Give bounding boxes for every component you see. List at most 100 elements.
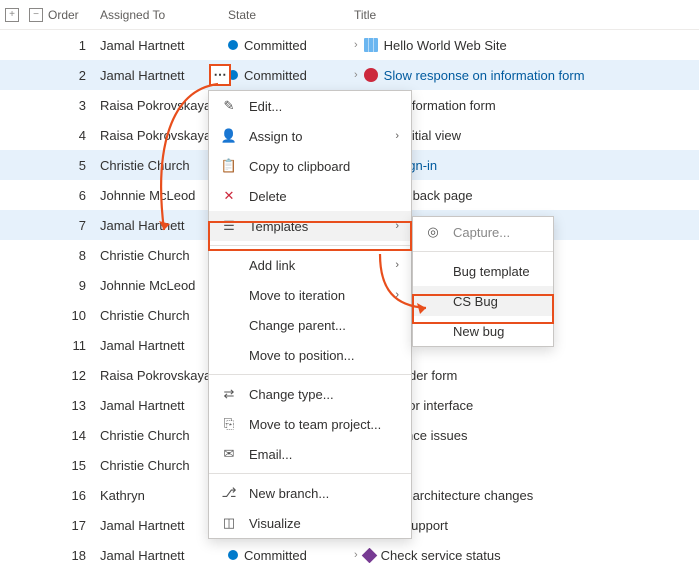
templates-submenu: ◎ Capture... Bug template CS Bug New bug <box>412 216 554 347</box>
order-cell: 7 <box>48 218 100 233</box>
menu-delete-label: Delete <box>249 189 287 204</box>
pbi-icon <box>361 548 377 563</box>
chevron-right-icon: › <box>395 259 399 271</box>
collapse-all-icon[interactable]: − <box>24 8 48 22</box>
menu-separator <box>209 374 411 375</box>
menu-move-position[interactable]: Move to position... <box>209 340 411 370</box>
chevron-right-icon: › <box>354 549 358 561</box>
order-cell: 18 <box>48 548 100 563</box>
title-cell: › Hello World Web Site <box>354 38 699 53</box>
menu-copy[interactable]: 📋 Copy to clipboard <box>209 151 411 181</box>
column-state[interactable]: State <box>228 8 354 22</box>
state-cell: Committed <box>228 68 354 83</box>
title-text: Check service status <box>381 548 501 563</box>
order-cell: 8 <box>48 248 100 263</box>
title-text: Hello World Web Site <box>384 38 507 53</box>
menu-change-parent[interactable]: Change parent... <box>209 310 411 340</box>
order-cell: 13 <box>48 398 100 413</box>
state-dot-icon <box>228 550 238 560</box>
menu-add-link[interactable]: Add link › <box>209 250 411 280</box>
menu-add-link-label: Add link <box>249 258 295 273</box>
order-cell: 2 <box>48 68 100 83</box>
email-icon: ✉ <box>221 446 237 462</box>
column-title[interactable]: Title <box>354 8 699 22</box>
order-cell: 14 <box>48 428 100 443</box>
state-label: Committed <box>244 548 307 563</box>
camera-icon: ◎ <box>425 224 441 240</box>
order-cell: 1 <box>48 38 100 53</box>
menu-email[interactable]: ✉ Email... <box>209 439 411 469</box>
menu-assign-to[interactable]: 👤 Assign to › <box>209 121 411 151</box>
delete-icon: ✕ <box>221 188 237 204</box>
submenu-new-bug-label: New bug <box>453 324 504 339</box>
assigned-cell: Jamal Hartnett <box>100 38 228 53</box>
table-row[interactable]: 18Jamal Hartnett Committed › Check service … <box>0 540 699 570</box>
menu-new-branch[interactable]: ⎇New branch... <box>209 478 411 508</box>
pencil-icon: ✎ <box>221 98 237 114</box>
order-cell: 15 <box>48 458 100 473</box>
order-cell: 9 <box>48 278 100 293</box>
menu-visualize[interactable]: ◫Visualize <box>209 508 411 538</box>
state-label: Committed <box>244 38 307 53</box>
title-cell: › Slow response on information form <box>354 68 699 83</box>
submenu-bug-template[interactable]: Bug template <box>413 256 553 286</box>
state-dot-icon <box>228 40 238 50</box>
submenu-capture[interactable]: ◎ Capture... <box>413 217 553 247</box>
chevron-right-icon: › <box>395 289 399 301</box>
order-cell: 4 <box>48 128 100 143</box>
person-icon: 👤 <box>221 128 237 144</box>
menu-email-label: Email... <box>249 447 292 462</box>
title-text[interactable]: Slow response on information form <box>384 68 585 83</box>
column-order[interactable]: Order <box>48 8 100 22</box>
order-cell: 3 <box>48 98 100 113</box>
chevron-right-icon: › <box>354 69 358 81</box>
menu-separator <box>413 251 553 252</box>
state-cell: Committed <box>228 548 354 563</box>
submenu-bug-template-label: Bug template <box>453 264 530 279</box>
menu-change-type[interactable]: ⇄Change type... <box>209 379 411 409</box>
column-assigned[interactable]: Assigned To <box>100 8 228 22</box>
state-label: Committed <box>244 68 307 83</box>
menu-templates[interactable]: ☰Templates› <box>209 211 411 241</box>
order-cell: 5 <box>48 158 100 173</box>
row-actions-button[interactable]: ⋯ <box>209 64 231 86</box>
submenu-capture-label: Capture... <box>453 225 510 240</box>
menu-copy-label: Copy to clipboard <box>249 159 350 174</box>
chevron-right-icon: › <box>395 130 399 142</box>
menu-move-position-label: Move to position... <box>249 348 355 363</box>
table-row[interactable]: 2Jamal HartnettCommitted›Slow response o… <box>0 60 699 90</box>
menu-separator <box>209 245 411 246</box>
table-row[interactable]: 1Jamal Hartnett Committed › Hello World Web… <box>0 30 699 60</box>
templates-icon: ☰ <box>221 218 237 234</box>
state-cell: Committed <box>228 38 354 53</box>
order-cell: 17 <box>48 518 100 533</box>
assigned-cell: Jamal Hartnett <box>100 548 228 563</box>
order-cell: 10 <box>48 308 100 323</box>
book-icon <box>364 38 378 52</box>
menu-new-branch-label: New branch... <box>249 486 329 501</box>
chevron-right-icon: › <box>354 39 358 51</box>
order-cell: 6 <box>48 188 100 203</box>
context-menu: ✎Edit... 👤Assign to› 📋Copy to clipboard … <box>208 90 412 539</box>
submenu-cs-bug[interactable]: CS Bug <box>413 286 553 316</box>
expand-all-icon[interactable]: + <box>0 8 24 22</box>
menu-move-iteration[interactable]: Move to iteration › <box>209 280 411 310</box>
menu-move-iteration-label: Move to iteration <box>249 288 345 303</box>
menu-assign-to-label: Assign to <box>249 129 302 144</box>
menu-visualize-label: Visualize <box>249 516 301 531</box>
menu-edit-label: Edit... <box>249 99 282 114</box>
chevron-right-icon: › <box>395 220 399 232</box>
menu-delete[interactable]: ✕ Delete <box>209 181 411 211</box>
change-type-icon: ⇄ <box>221 386 237 402</box>
menu-move-team-label: Move to team project... <box>249 417 381 432</box>
move-icon: ⎘ <box>221 416 237 432</box>
menu-separator <box>209 473 411 474</box>
clipboard-icon: 📋 <box>221 158 237 174</box>
bug-icon <box>364 68 378 82</box>
title-cell: › Check service status <box>354 548 699 563</box>
order-cell: 12 <box>48 368 100 383</box>
menu-edit[interactable]: ✎ Edit... <box>209 91 411 121</box>
order-cell: 11 <box>48 338 100 353</box>
menu-move-team-project[interactable]: ⎘ Move to team project... <box>209 409 411 439</box>
submenu-new-bug[interactable]: New bug <box>413 316 553 346</box>
